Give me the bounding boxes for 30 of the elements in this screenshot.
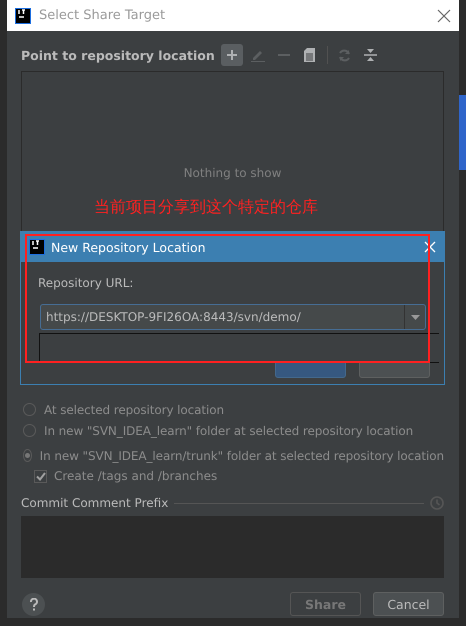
popup-title: New Repository Location [51,240,206,254]
collapse-icon [364,48,378,62]
checkbox[interactable] [34,470,47,482]
history-icon[interactable] [430,496,444,510]
pencil-icon [250,48,265,62]
section-title: Point to repository location [21,48,215,62]
close-icon[interactable] [437,8,451,22]
window-title: Select Share Target [39,8,166,23]
annotation-text: 当前项目分享到这个特定的仓库 [94,197,318,218]
minus-icon [278,54,290,56]
cancel-button[interactable]: Cancel [373,592,444,616]
refresh-icon [338,48,352,62]
url-combobox[interactable]: https://DESKTOP-9FI26OA:8443/svn/demo/ [40,304,426,330]
help-icon[interactable] [22,592,45,616]
radio-button[interactable] [23,403,36,416]
toolbar-button[interactable] [220,44,243,66]
radio-button[interactable] [23,449,32,462]
document-icon [304,48,316,62]
app-logo-icon [29,239,45,255]
empty-text: Nothing to show [184,166,282,182]
radio-label: In new "SVN_IDEA_learn/trunk" folder at selected repository location [40,448,444,462]
add-icon [226,49,238,61]
radio-label: At selected repository location [44,402,224,416]
radio-label: In new "SVN_IDEA_learn" folder at selected repository location [44,424,414,438]
radio-button[interactable] [23,424,36,437]
field-label: Repository URL: [38,276,134,292]
checkbox-label: Create /tags and /branches [54,469,218,483]
app-logo-icon [15,8,31,24]
dropdown-arrow-icon[interactable] [410,314,420,320]
field-label: Commit Comment Prefix [21,496,168,510]
